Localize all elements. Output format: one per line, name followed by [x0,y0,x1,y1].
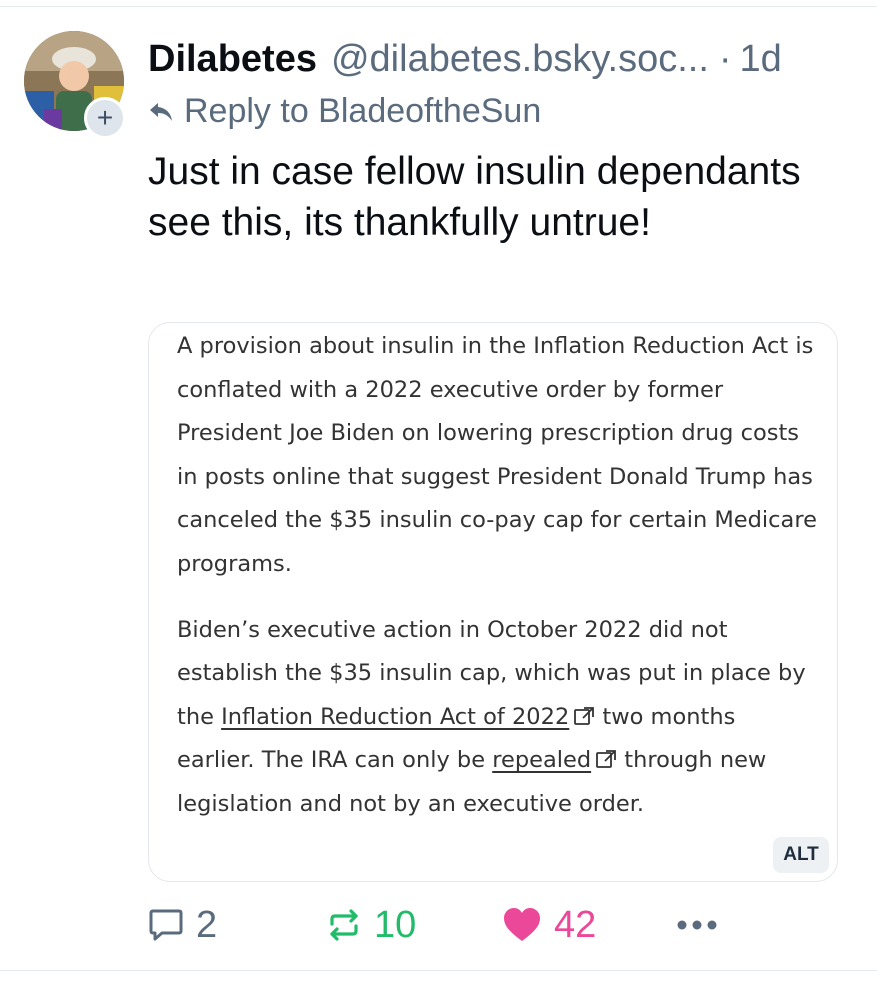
embed-paragraph-2: Biden’s executive action in October 2022… [177,609,817,827]
reply-count: 2 [196,903,218,946]
heart-icon [502,907,542,943]
reply-to-label[interactable]: Reply to BladeoftheSun [184,92,541,131]
post-actions: 2 10 42 [148,900,848,950]
alt-text-badge[interactable]: ALT [773,837,829,873]
timestamp[interactable]: 1d [740,38,782,81]
reply-button[interactable]: 2 [148,900,217,950]
embedded-image-text: A provision about insulin in the Inflati… [177,325,817,827]
inflation-reduction-act-link: Inflation Reduction Act of 2022 [221,703,570,730]
separator-dot: · [718,38,732,80]
repost-count: 10 [374,903,417,946]
embed-paragraph-1: A provision about insulin in the Inflati… [177,333,817,577]
plus-icon: + [96,102,114,133]
follow-plus-button[interactable]: + [84,97,126,139]
embedded-image[interactable]: A provision about insulin in the Inflati… [148,322,838,882]
post-text: Just in case fellow insulin dependants s… [148,150,801,244]
comment-icon [148,907,184,943]
like-count: 42 [554,903,597,946]
display-name[interactable]: Dilabetes [148,38,317,81]
repealed-link: repealed [492,747,592,774]
external-link-icon [595,741,617,769]
post-header: Dilabetes @dilabetes.bsky.soc... · 1d [148,38,782,84]
like-button[interactable]: 42 [502,900,596,950]
reply-arrow-icon [148,100,174,124]
external-link-icon [573,698,595,725]
user-handle[interactable]: @dilabetes.bsky.soc... [331,38,709,81]
repost-icon [326,907,362,943]
reply-to-link[interactable]: Reply to BladeoftheSun [148,92,541,131]
repost-button[interactable]: 10 [326,900,416,950]
more-dots-icon [676,919,718,931]
top-divider [0,6,877,7]
avatar-container[interactable]: + [24,31,126,139]
bottom-divider [0,970,877,971]
more-options-button[interactable] [676,900,718,950]
